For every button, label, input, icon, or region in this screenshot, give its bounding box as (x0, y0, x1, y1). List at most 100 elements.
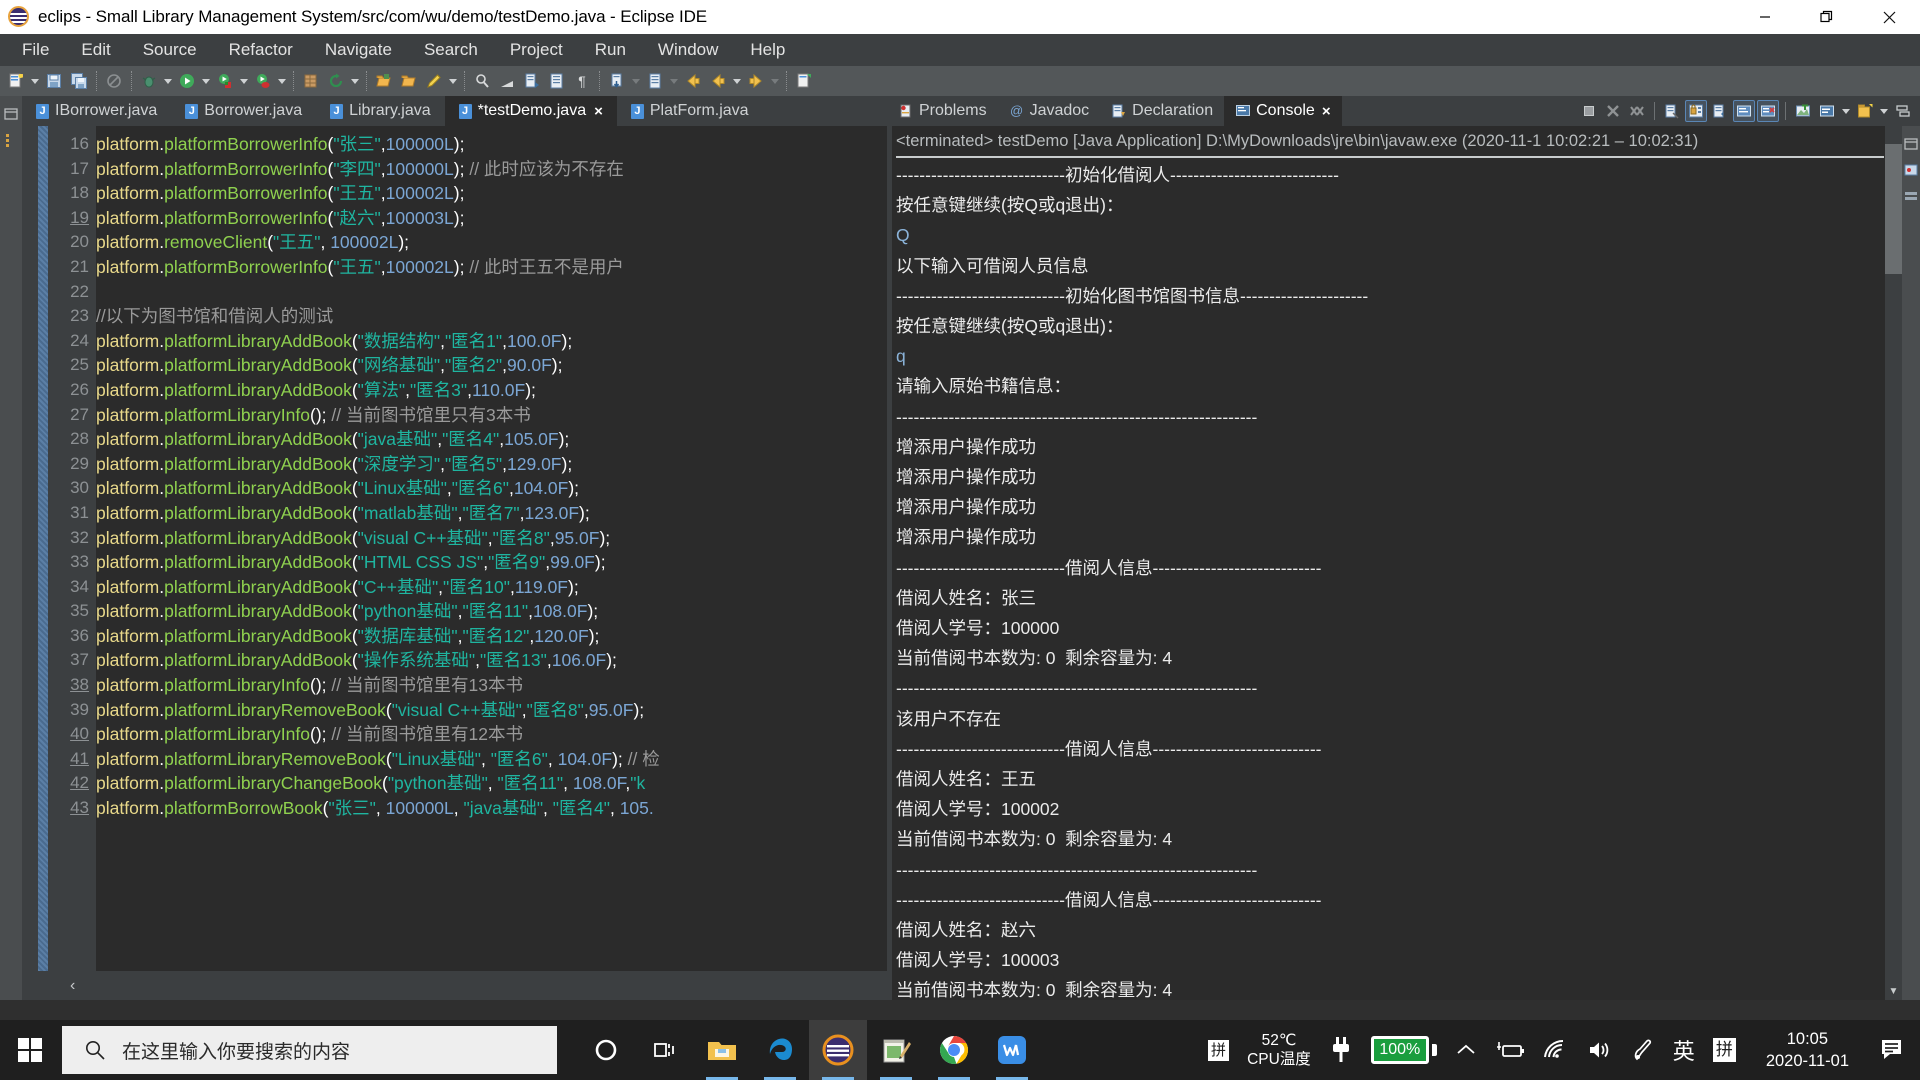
notifications-icon[interactable] (1870, 1020, 1916, 1080)
editor-tab-iborrower[interactable]: IBorrower.java (22, 96, 171, 126)
code-line[interactable]: platform.platformLibraryAddBook("matlab基… (96, 501, 887, 526)
code-line[interactable]: platform.platformLibraryInfo(); // 当前图书馆… (96, 403, 887, 428)
open-perspective-icon[interactable] (643, 69, 667, 93)
code-line[interactable]: platform.platformLibraryAddBook("网络基础","… (96, 353, 887, 378)
editor-tab-library[interactable]: Library.java (316, 96, 445, 126)
close-icon[interactable]: × (594, 103, 603, 120)
menu-navigate[interactable]: Navigate (309, 35, 408, 65)
code-line[interactable]: platform.platformBorrowerInfo("王五",10000… (96, 181, 887, 206)
clock-widget[interactable]: 10:05 2020-11-01 (1745, 1020, 1870, 1080)
console-scroll-down-arrow[interactable]: ▼ (1885, 983, 1902, 1000)
new-editor-icon[interactable] (792, 69, 816, 93)
menu-run[interactable]: Run (579, 35, 642, 65)
new-wizard-icon[interactable] (4, 69, 28, 93)
console-text[interactable]: -----------------------------初始化借阅人-----… (896, 160, 1884, 1000)
print-icon[interactable] (102, 69, 126, 93)
restore-package-explorer-icon[interactable] (3, 106, 19, 122)
code-line[interactable]: platform.platformLibraryAddBook("python基… (96, 599, 887, 624)
menu-source[interactable]: Source (127, 35, 213, 65)
code-line[interactable]: platform.platformLibraryRemoveBook("Linu… (96, 747, 887, 772)
editor-tab-platform[interactable]: PlatForm.java (617, 96, 763, 126)
open-type-icon[interactable] (372, 69, 396, 93)
code-line[interactable]: platform.platformLibraryRemoveBook("visu… (96, 698, 887, 723)
clear-console-icon[interactable] (1661, 100, 1683, 122)
tab-console[interactable]: Console × (1224, 96, 1342, 126)
run-as-icon[interactable] (213, 69, 237, 93)
volume-icon[interactable] (1578, 1020, 1622, 1080)
wifi-icon[interactable] (1534, 1020, 1578, 1080)
tab-problems[interactable]: Problems (887, 96, 998, 126)
menu-project[interactable]: Project (494, 35, 579, 65)
menu-file[interactable]: File (6, 35, 65, 65)
run-caret[interactable] (200, 69, 212, 93)
refresh-caret[interactable] (349, 69, 361, 93)
power-plug-icon[interactable] (1320, 1020, 1362, 1080)
wps-office-icon[interactable] (983, 1020, 1041, 1080)
open-console-caret[interactable] (1878, 99, 1890, 123)
last-edit-caret[interactable] (630, 69, 642, 93)
new-java-package-icon[interactable] (299, 69, 323, 93)
next-annotation-icon[interactable] (520, 69, 544, 93)
battery-charging-icon[interactable] (1486, 1020, 1534, 1080)
code-line[interactable]: platform.platformLibraryAddBook("Linux基础… (96, 476, 887, 501)
code-line[interactable]: platform.platformLibraryAddBook("HTML CS… (96, 550, 887, 575)
cpu-temperature-widget[interactable]: 52℃ CPU温度 (1238, 1020, 1320, 1080)
file-explorer-icon[interactable] (693, 1020, 751, 1080)
code-line[interactable]: platform.platformLibraryAddBook("visual … (96, 526, 887, 551)
show-console-on-output-icon[interactable] (1733, 100, 1755, 122)
terminate-icon[interactable] (1578, 100, 1600, 122)
code-line[interactable]: platform.platformLibraryChangeBook("pyth… (96, 771, 887, 796)
tab-javadoc[interactable]: @ Javadoc (998, 96, 1101, 126)
toggle-mark-occurrences-icon[interactable]: ¶ (570, 69, 594, 93)
code-line[interactable]: platform.platformLibraryAddBook("java基础"… (96, 427, 887, 452)
open-perspective-caret[interactable] (668, 69, 680, 93)
outline-icon[interactable] (3, 132, 19, 148)
back-icon[interactable] (681, 69, 705, 93)
task-view-icon[interactable] (635, 1020, 693, 1080)
code-line[interactable]: platform.platformLibraryInfo(); // 当前图书馆… (96, 673, 887, 698)
navigate-forward-icon[interactable] (744, 69, 768, 93)
battery-status-widget[interactable]: 100% (1362, 1020, 1446, 1080)
code-line[interactable]: platform.platformBorrowBook("张三", 100000… (96, 796, 887, 821)
code-editor[interactable]: 16 17 18 19 20 21 22 23 24 25 26 27 28 29 30 31 32 33 34 35… (22, 126, 887, 971)
menu-edit[interactable]: Edit (65, 35, 126, 65)
remove-launch-icon[interactable] (1602, 100, 1624, 122)
code-line[interactable]: platform.platformLibraryAddBook("数据结构","… (96, 329, 887, 354)
word-wrap-icon[interactable] (1709, 100, 1731, 122)
display-selected-console-icon[interactable] (1816, 100, 1838, 122)
console-restore-icon[interactable] (1903, 162, 1919, 178)
minimize-view-icon[interactable] (1903, 136, 1919, 152)
marker-gutter[interactable] (22, 126, 38, 971)
minimize-button[interactable] (1734, 0, 1796, 34)
editor-tab-borrower[interactable]: Borrower.java (171, 96, 316, 126)
microsoft-edge-icon[interactable] (751, 1020, 809, 1080)
code-line[interactable]: platform.platformLibraryAddBook("算法","匿名… (96, 378, 887, 403)
menu-refactor[interactable]: Refactor (213, 35, 309, 65)
menu-search[interactable]: Search (408, 35, 494, 65)
close-icon[interactable]: × (1322, 103, 1331, 120)
menu-window[interactable]: Window (642, 35, 734, 65)
google-chrome-icon[interactable] (925, 1020, 983, 1080)
debug-caret[interactable] (162, 69, 174, 93)
taskbar-search-box[interactable]: 在这里输入你要搜索的内容 (62, 1026, 557, 1074)
code-line[interactable]: platform.platformBorrowerInfo("张三",10000… (96, 132, 887, 157)
remove-all-terminated-icon[interactable] (1626, 100, 1648, 122)
run-as-caret[interactable] (238, 69, 250, 93)
code-line[interactable]: platform.platformBorrowerInfo("赵六",10000… (96, 206, 887, 231)
code-line[interactable]: //以下为图书馆和借阅人的测试 (96, 304, 887, 329)
edit-icon[interactable] (422, 69, 446, 93)
save-icon[interactable] (42, 69, 66, 93)
ime-language-indicator[interactable]: 英 (1664, 1020, 1704, 1080)
refresh-icon[interactable] (324, 69, 348, 93)
new-wizard-caret[interactable] (29, 69, 41, 93)
last-edit-location-icon[interactable] (605, 69, 629, 93)
scroll-lock-icon[interactable] (1685, 100, 1707, 122)
forward-icon[interactable] (706, 69, 730, 93)
ime-pinyin-indicator[interactable]: 拼 (1199, 1020, 1238, 1080)
edit-caret[interactable] (447, 69, 459, 93)
skip-breakpoints-icon[interactable] (495, 69, 519, 93)
chevron-left-icon[interactable]: ‹ (70, 977, 75, 995)
restore-button[interactable] (1796, 0, 1858, 34)
code-line[interactable]: platform.platformLibraryAddBook("深度学习","… (96, 452, 887, 477)
pen-icon[interactable] (1622, 1020, 1664, 1080)
